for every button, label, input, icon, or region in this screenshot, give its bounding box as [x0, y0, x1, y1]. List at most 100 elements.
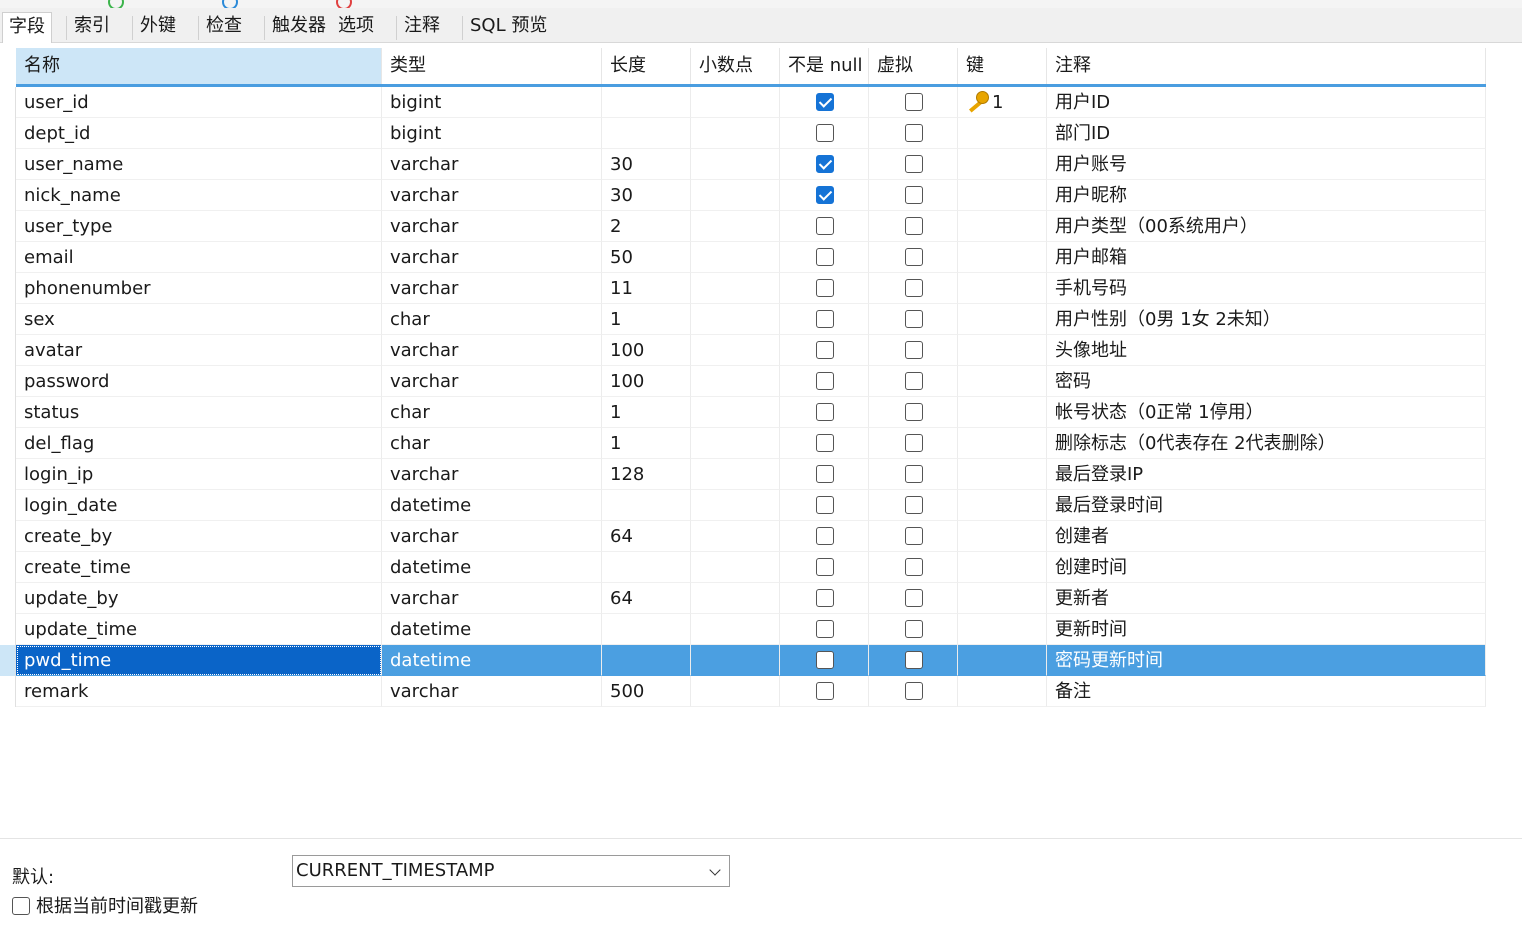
not-null-checkbox[interactable]	[816, 620, 834, 638]
key-cell[interactable]	[958, 366, 1047, 397]
cell-comment[interactable]: 部门ID	[1047, 118, 1486, 149]
not-null-cell[interactable]	[780, 676, 869, 707]
cell-name[interactable]: login_date	[16, 490, 382, 521]
not-null-cell[interactable]	[780, 459, 869, 490]
virtual-checkbox[interactable]	[905, 124, 923, 142]
row-marker[interactable]	[0, 459, 16, 490]
cell-name[interactable]: user_type	[16, 211, 382, 242]
virtual-cell[interactable]	[869, 459, 958, 490]
tab-comment[interactable]: 注释	[404, 12, 440, 42]
row-marker[interactable]	[0, 366, 16, 397]
column-header-type[interactable]: 类型	[382, 48, 602, 84]
table-row[interactable]: dept_id bigint 部门ID	[0, 118, 1486, 149]
cell-decimals[interactable]	[691, 366, 780, 397]
virtual-cell[interactable]	[869, 428, 958, 459]
cell-comment[interactable]: 更新者	[1047, 583, 1486, 614]
table-row[interactable]: update_time datetime 更新时间	[0, 614, 1486, 645]
virtual-checkbox[interactable]	[905, 682, 923, 700]
cell-comment[interactable]: 用户ID	[1047, 87, 1486, 118]
row-marker[interactable]	[0, 428, 16, 459]
not-null-checkbox[interactable]	[816, 217, 834, 235]
key-cell[interactable]	[958, 180, 1047, 211]
cell-name[interactable]: email	[16, 242, 382, 273]
column-header-length[interactable]: 长度	[602, 48, 691, 84]
not-null-cell[interactable]	[780, 118, 869, 149]
cell-comment[interactable]: 删除标志（0代表存在 2代表删除）	[1047, 428, 1486, 459]
tab-indexes[interactable]: 索引	[74, 12, 110, 42]
table-row[interactable]: nick_name varchar 30 用户昵称	[0, 180, 1486, 211]
not-null-checkbox[interactable]	[816, 248, 834, 266]
cell-name[interactable]: user_id	[16, 87, 382, 118]
not-null-cell[interactable]	[780, 366, 869, 397]
virtual-checkbox[interactable]	[905, 527, 923, 545]
cell-comment[interactable]: 用户昵称	[1047, 180, 1486, 211]
not-null-cell[interactable]	[780, 211, 869, 242]
table-row[interactable]: status char 1 帐号状态（0正常 1停用）	[0, 397, 1486, 428]
cell-type[interactable]: varchar	[382, 180, 602, 211]
key-cell[interactable]	[958, 459, 1047, 490]
virtual-checkbox[interactable]	[905, 279, 923, 297]
cell-decimals[interactable]	[691, 645, 780, 676]
table-row[interactable]: phonenumber varchar 11 手机号码	[0, 273, 1486, 304]
cell-type[interactable]: bigint	[382, 118, 602, 149]
virtual-cell[interactable]	[869, 304, 958, 335]
not-null-checkbox[interactable]	[816, 186, 834, 204]
not-null-checkbox[interactable]	[816, 372, 834, 390]
cell-type[interactable]: varchar	[382, 211, 602, 242]
cell-name[interactable]: status	[16, 397, 382, 428]
cell-length[interactable]: 11	[602, 273, 691, 304]
cell-length[interactable]: 1	[602, 397, 691, 428]
chevron-down-icon[interactable]	[709, 864, 721, 876]
virtual-checkbox[interactable]	[905, 93, 923, 111]
cell-name[interactable]: update_time	[16, 614, 382, 645]
cell-name[interactable]: dept_id	[16, 118, 382, 149]
cell-decimals[interactable]	[691, 397, 780, 428]
column-header-comment[interactable]: 注释	[1047, 48, 1486, 84]
cell-name[interactable]: update_by	[16, 583, 382, 614]
not-null-cell[interactable]	[780, 180, 869, 211]
cell-decimals[interactable]	[691, 676, 780, 707]
cell-decimals[interactable]	[691, 521, 780, 552]
virtual-checkbox[interactable]	[905, 589, 923, 607]
virtual-cell[interactable]	[869, 366, 958, 397]
table-row[interactable]: avatar varchar 100 头像地址	[0, 335, 1486, 366]
row-marker[interactable]	[0, 676, 16, 707]
cell-type[interactable]: datetime	[382, 614, 602, 645]
cell-decimals[interactable]	[691, 614, 780, 645]
cell-name[interactable]: pwd_time	[16, 645, 382, 676]
cell-length[interactable]: 100	[602, 335, 691, 366]
cell-name[interactable]: del_flag	[16, 428, 382, 459]
column-header-decimals[interactable]: 小数点	[691, 48, 780, 84]
not-null-cell[interactable]	[780, 645, 869, 676]
cell-decimals[interactable]	[691, 583, 780, 614]
cell-length[interactable]	[602, 87, 691, 118]
virtual-checkbox[interactable]	[905, 465, 923, 483]
cell-length[interactable]: 1	[602, 428, 691, 459]
virtual-cell[interactable]	[869, 645, 958, 676]
cell-comment[interactable]: 手机号码	[1047, 273, 1486, 304]
not-null-checkbox[interactable]	[816, 527, 834, 545]
table-row[interactable]: user_name varchar 30 用户账号	[0, 149, 1486, 180]
not-null-cell[interactable]	[780, 614, 869, 645]
cell-type[interactable]: varchar	[382, 676, 602, 707]
not-null-checkbox[interactable]	[816, 279, 834, 297]
row-marker[interactable]	[0, 397, 16, 428]
key-cell[interactable]	[958, 614, 1047, 645]
cell-type[interactable]: varchar	[382, 459, 602, 490]
cell-decimals[interactable]	[691, 428, 780, 459]
virtual-checkbox[interactable]	[905, 310, 923, 328]
not-null-checkbox[interactable]	[816, 651, 834, 669]
key-cell[interactable]	[958, 676, 1047, 707]
row-marker[interactable]	[0, 521, 16, 552]
cell-name[interactable]: sex	[16, 304, 382, 335]
virtual-cell[interactable]	[869, 273, 958, 304]
key-cell[interactable]	[958, 304, 1047, 335]
virtual-cell[interactable]	[869, 335, 958, 366]
not-null-cell[interactable]	[780, 242, 869, 273]
cell-decimals[interactable]	[691, 273, 780, 304]
cell-comment[interactable]: 备注	[1047, 676, 1486, 707]
key-cell[interactable]	[958, 397, 1047, 428]
cell-type[interactable]: varchar	[382, 583, 602, 614]
row-marker[interactable]	[0, 645, 16, 676]
column-header-key[interactable]: 键	[958, 48, 1047, 84]
